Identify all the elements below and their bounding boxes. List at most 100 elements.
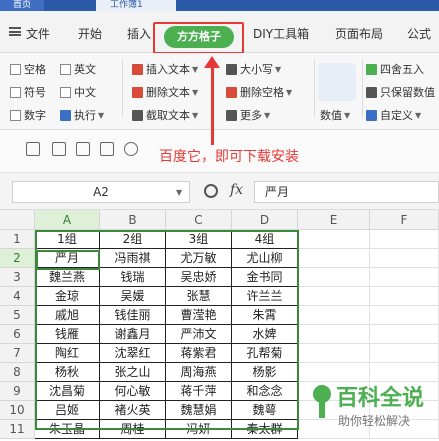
cell-b10[interactable]: 褚火英 (100, 401, 166, 420)
fx-label[interactable]: fx (230, 182, 243, 198)
menu-page-layout[interactable]: 页面布局 (335, 25, 383, 42)
cell-c10[interactable]: 魏慧娟 (166, 401, 232, 420)
checkbox-space[interactable]: 空格 (10, 61, 46, 77)
row-header-6[interactable]: 6 (0, 325, 35, 344)
search-icon[interactable] (204, 184, 218, 198)
cell-d3[interactable]: 金书同 (232, 268, 298, 287)
checkbox-icon[interactable] (60, 86, 71, 98)
menu-insert[interactable]: 插入 (127, 25, 151, 42)
print-icon[interactable] (76, 142, 90, 156)
numeric-button[interactable]: 数值 ▼ (320, 107, 350, 123)
keep-numeric-button[interactable]: 只保留数值 (366, 84, 435, 100)
row-header-7[interactable]: 7 (0, 344, 35, 363)
cell-b6[interactable]: 谢鑫月 (100, 325, 166, 344)
cell-b7[interactable]: 沈翠红 (100, 344, 166, 363)
chevron-down-icon[interactable]: ▼ (176, 188, 182, 197)
cell-c1[interactable]: 3组 (166, 230, 232, 249)
cell-a10[interactable]: 吕姬 (35, 401, 100, 420)
cell-b1[interactable]: 2组 (100, 230, 166, 249)
cell-f3[interactable] (370, 268, 439, 287)
checkbox-icon[interactable] (10, 86, 21, 98)
cell-a5[interactable]: 戚旭 (35, 306, 100, 325)
menu-formula[interactable]: 公式 (407, 25, 431, 42)
extract-text-button[interactable]: 截取文本 ▼ (132, 107, 198, 123)
cell-d7[interactable]: 孔帮菊 (232, 344, 298, 363)
row-header-8[interactable]: 8 (0, 363, 35, 382)
menu-icon[interactable] (9, 27, 21, 36)
cell-f1[interactable] (370, 230, 439, 249)
numeric-icon[interactable] (318, 63, 356, 101)
row-header-3[interactable]: 3 (0, 268, 35, 287)
cell-b2[interactable]: 冯雨祺 (100, 249, 166, 268)
row-header-10[interactable]: 10 (0, 401, 35, 420)
checkbox-symbol[interactable]: 符号 (10, 84, 46, 100)
cell-e6[interactable] (298, 325, 370, 344)
column-header-b[interactable]: B (100, 210, 166, 230)
column-header-c[interactable]: C (166, 210, 232, 230)
cell-e4[interactable] (298, 287, 370, 306)
checkbox-english[interactable]: 英文 (60, 61, 96, 77)
row-header-11[interactable]: 11 (0, 420, 35, 439)
cell-a8[interactable]: 杨秋 (35, 363, 100, 382)
checkbox-chinese[interactable]: 中文 (60, 84, 96, 100)
cell-d2[interactable]: 尤山柳 (232, 249, 298, 268)
cell-f6[interactable] (370, 325, 439, 344)
print-preview-icon[interactable] (100, 142, 114, 156)
delete-space-button[interactable]: 删除空格 ▼ (226, 84, 292, 100)
cell-f5[interactable] (370, 306, 439, 325)
cell-c9[interactable]: 蒋千萍 (166, 382, 232, 401)
cell-b5[interactable]: 钱佳丽 (100, 306, 166, 325)
save-icon[interactable] (26, 142, 40, 156)
cell-a2[interactable]: 严月 (35, 249, 100, 268)
cell-b9[interactable]: 何心敏 (100, 382, 166, 401)
cell-a7[interactable]: 陶红 (35, 344, 100, 363)
cell-b11[interactable]: 周桂 (100, 420, 166, 439)
case-button[interactable]: 大小写 ▼ (226, 61, 281, 77)
cell-c6[interactable]: 严沛文 (166, 325, 232, 344)
menu-home[interactable]: 开始 (78, 25, 102, 42)
cell-c4[interactable]: 张慧 (166, 287, 232, 306)
row-header-5[interactable]: 5 (0, 306, 35, 325)
execute-button[interactable]: 执行 ▼ (60, 107, 104, 123)
menu-ffcell[interactable]: 方方格子 (164, 26, 234, 48)
checkbox-number[interactable]: 数字 (10, 107, 46, 123)
delete-text-button[interactable]: 删除文本 ▼ (132, 84, 198, 100)
round-button[interactable]: 四舍五入 (366, 61, 424, 77)
custom-button[interactable]: 自定义 ▼ (366, 107, 421, 123)
undo-icon[interactable] (124, 142, 138, 156)
checkbox-icon[interactable] (10, 63, 21, 75)
column-header-a[interactable]: A (35, 210, 100, 230)
column-header-d[interactable]: D (232, 210, 298, 230)
cell-d5[interactable]: 朱霄 (232, 306, 298, 325)
cell-b8[interactable]: 张之山 (100, 363, 166, 382)
row-header-1[interactable]: 1 (0, 230, 35, 249)
cell-a11[interactable]: 朱玉晶 (35, 420, 100, 439)
checkbox-icon[interactable] (60, 63, 71, 75)
cell-e5[interactable] (298, 306, 370, 325)
cell-c2[interactable]: 尤万敏 (166, 249, 232, 268)
select-all-corner[interactable] (0, 210, 35, 230)
cell-c7[interactable]: 蒋紫君 (166, 344, 232, 363)
column-header-e[interactable]: E (298, 210, 370, 230)
cell-f7[interactable] (370, 344, 439, 363)
cell-b4[interactable]: 吴媛 (100, 287, 166, 306)
checkbox-icon[interactable] (10, 109, 21, 121)
row-header-4[interactable]: 4 (0, 287, 35, 306)
cell-a6[interactable]: 钱雁 (35, 325, 100, 344)
cell-a4[interactable]: 金琼 (35, 287, 100, 306)
cell-f4[interactable] (370, 287, 439, 306)
cell-d11[interactable]: 秦太群 (232, 420, 298, 439)
tab-workbook[interactable]: 工作簿1 (96, 0, 176, 11)
cell-c3[interactable]: 吴忠娇 (166, 268, 232, 287)
formula-input[interactable]: 严月 (254, 181, 439, 203)
cell-e1[interactable] (298, 230, 370, 249)
cell-a9[interactable]: 沈昌菊 (35, 382, 100, 401)
name-box[interactable]: A2 (12, 181, 190, 203)
cell-d4[interactable]: 许兰兰 (232, 287, 298, 306)
cell-c8[interactable]: 周海燕 (166, 363, 232, 382)
cell-d10[interactable]: 魏萼 (232, 401, 298, 420)
menu-file[interactable]: 文件 (26, 25, 50, 42)
cell-a3[interactable]: 魏兰燕 (35, 268, 100, 287)
cell-d6[interactable]: 水婢 (232, 325, 298, 344)
tab-home[interactable]: 首页 (0, 0, 44, 11)
